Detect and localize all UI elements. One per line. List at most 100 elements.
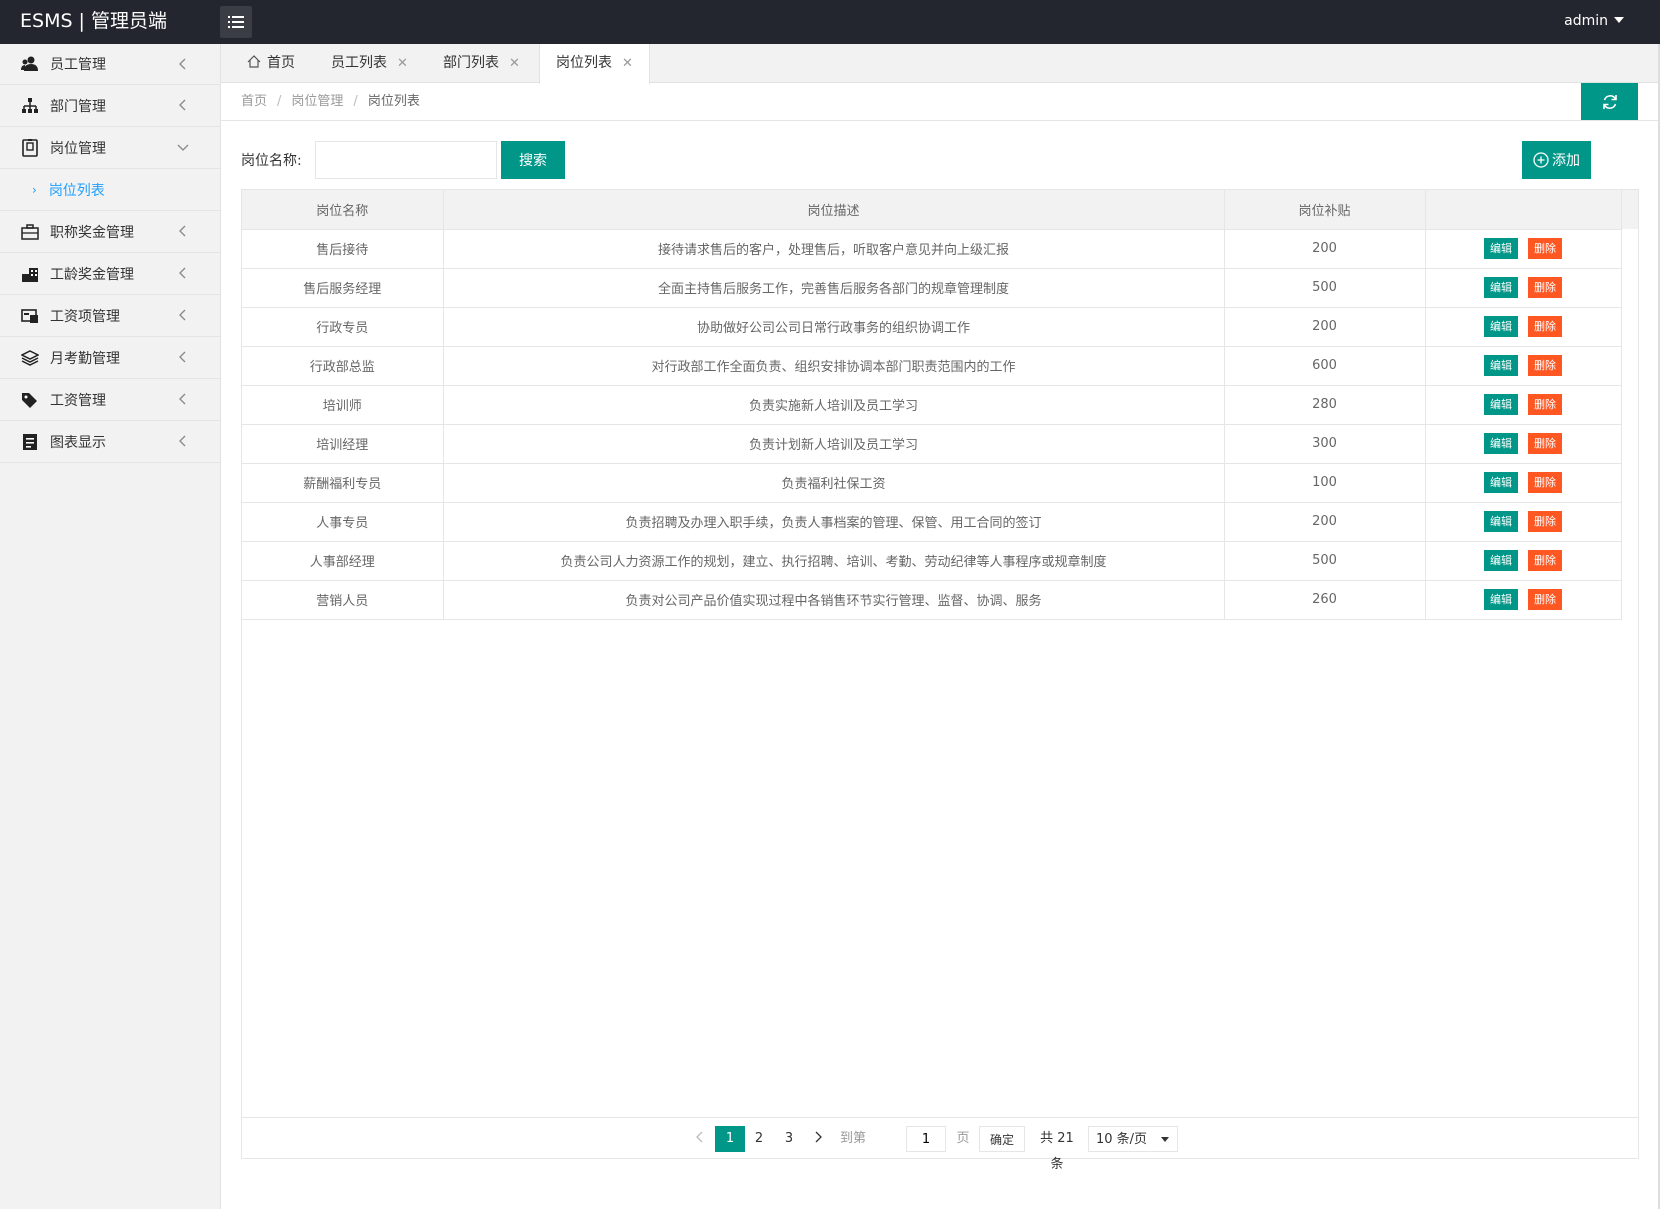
tab-label: 部门列表 bbox=[443, 55, 499, 71]
cell-actions: 编辑 删除 bbox=[1425, 346, 1622, 386]
delete-button[interactable]: 删除 bbox=[1528, 472, 1562, 493]
sidebar-item-charts[interactable]: 图表显示 bbox=[0, 421, 220, 463]
chevron-left-icon bbox=[179, 267, 186, 279]
home-icon bbox=[247, 55, 261, 68]
sidebar-item-position[interactable]: 岗位管理 bbox=[0, 127, 220, 169]
sidebar-item-department[interactable]: 部门管理 bbox=[0, 85, 220, 127]
cell-actions: 编辑 删除 bbox=[1425, 541, 1622, 581]
sidebar-item-attendance[interactable]: 月考勤管理 bbox=[0, 337, 220, 379]
cell-actions: 编辑 删除 bbox=[1425, 307, 1622, 347]
menu-icon bbox=[228, 16, 244, 28]
page-1-button[interactable]: 1 bbox=[715, 1126, 745, 1152]
close-icon[interactable]: ✕ bbox=[509, 56, 520, 71]
tab-employee-list[interactable]: 员工列表 ✕ bbox=[315, 44, 424, 83]
edit-button[interactable]: 编辑 bbox=[1484, 394, 1518, 415]
chevron-left-icon bbox=[179, 225, 186, 237]
sidebar-item-seniority-bonus[interactable]: 工龄奖金管理 bbox=[0, 253, 220, 295]
edit-button[interactable]: 编辑 bbox=[1484, 511, 1518, 532]
sidebar-item-salary[interactable]: 工资管理 bbox=[0, 379, 220, 421]
delete-button[interactable]: 删除 bbox=[1528, 316, 1562, 337]
user-menu[interactable]: admin bbox=[1564, 0, 1624, 42]
close-icon[interactable]: ✕ bbox=[397, 56, 408, 71]
cell-desc: 对行政部工作全面负责、组织安排协调本部门职责范围内的工作 bbox=[443, 346, 1225, 386]
delete-button[interactable]: 删除 bbox=[1528, 550, 1562, 571]
delete-button[interactable]: 删除 bbox=[1528, 589, 1562, 610]
sidebar-item-salary-items[interactable]: 工资项管理 bbox=[0, 295, 220, 337]
sidebar-item-label: 工资项管理 bbox=[50, 308, 120, 325]
tab-department-list[interactable]: 部门列表 ✕ bbox=[427, 44, 536, 83]
sidebar-item-label: 岗位管理 bbox=[50, 140, 106, 157]
header-scroll-gutter bbox=[1621, 190, 1638, 229]
column-header bbox=[1425, 190, 1622, 230]
edit-button[interactable]: 编辑 bbox=[1484, 355, 1518, 376]
briefcase-icon bbox=[20, 222, 40, 242]
delete-button[interactable]: 删除 bbox=[1528, 238, 1562, 259]
sidebar-item-label: 月考勤管理 bbox=[50, 350, 120, 367]
tab-position-list[interactable]: 岗位列表 ✕ bbox=[539, 44, 650, 84]
cell-desc: 负责计划新人培训及员工学习 bbox=[443, 424, 1225, 464]
menu-toggle-button[interactable] bbox=[220, 6, 252, 38]
search-button[interactable]: 搜索 bbox=[501, 141, 565, 179]
page-size-select[interactable]: 10 条/页 bbox=[1088, 1126, 1178, 1152]
user-name: admin bbox=[1564, 13, 1608, 29]
breadcrumb-separator: / bbox=[353, 94, 358, 109]
cell-subsidy: 300 bbox=[1224, 424, 1426, 464]
refresh-icon bbox=[1602, 94, 1617, 109]
goto-page-input[interactable] bbox=[906, 1126, 946, 1152]
delete-button[interactable]: 删除 bbox=[1528, 433, 1562, 454]
breadcrumb-home[interactable]: 首页 bbox=[241, 94, 267, 109]
table-row: 培训师 负责实施新人培训及员工学习 280 编辑 删除 bbox=[242, 385, 1622, 425]
cell-actions: 编辑 删除 bbox=[1425, 580, 1622, 620]
delete-button[interactable]: 删除 bbox=[1528, 394, 1562, 415]
refresh-button[interactable] bbox=[1581, 83, 1638, 120]
cell-subsidy: 100 bbox=[1224, 463, 1426, 503]
sidebar-item-employee[interactable]: 员工管理 bbox=[0, 44, 220, 85]
column-header: 岗位名称 bbox=[242, 190, 444, 230]
delete-button[interactable]: 删除 bbox=[1528, 355, 1562, 376]
edit-button[interactable]: 编辑 bbox=[1484, 277, 1518, 298]
edit-button[interactable]: 编辑 bbox=[1484, 316, 1518, 337]
sidebar-subitem-label: 岗位列表 bbox=[48, 182, 105, 199]
page-2-button[interactable]: 2 bbox=[747, 1126, 771, 1152]
page-3-button[interactable]: 3 bbox=[777, 1126, 801, 1152]
cell-desc: 协助做好公司公司日常行政事务的组织协调工作 bbox=[443, 307, 1225, 347]
sidebar-item-label: 图表显示 bbox=[50, 434, 106, 451]
cell-desc: 负责招聘及办理入职手续，负责人事档案的管理、保管、用工合同的签订 bbox=[443, 502, 1225, 542]
sidebar-item-label: 员工管理 bbox=[50, 57, 106, 73]
building-icon bbox=[20, 264, 40, 284]
cell-name: 营销人员 bbox=[242, 580, 444, 620]
table-row: 人事部经理 负责公司人力资源工作的规划，建立、执行招聘、培训、考勤、劳动纪律等人… bbox=[242, 541, 1622, 581]
breadcrumb-parent[interactable]: 岗位管理 bbox=[291, 94, 343, 109]
top-header: ESMS | 管理员端 admin bbox=[0, 0, 1660, 44]
add-button[interactable]: 添加 bbox=[1522, 141, 1591, 179]
cell-subsidy: 260 bbox=[1224, 580, 1426, 620]
sidebar-item-label: 工龄奖金管理 bbox=[50, 266, 134, 283]
prev-page-icon[interactable] bbox=[690, 1126, 710, 1152]
delete-button[interactable]: 删除 bbox=[1528, 277, 1562, 298]
next-page-icon[interactable] bbox=[808, 1126, 828, 1152]
edit-button[interactable]: 编辑 bbox=[1484, 589, 1518, 610]
delete-button[interactable]: 删除 bbox=[1528, 511, 1562, 532]
cell-name: 培训经理 bbox=[242, 424, 444, 464]
table-row: 售后接待 接待请求售后的客户，处理售后，听取客户意见并向上级汇报 200 编辑删… bbox=[242, 229, 1622, 269]
chevron-left-icon bbox=[179, 309, 186, 321]
sidebar-item-title-bonus[interactable]: 职称奖金管理 bbox=[0, 211, 220, 253]
edit-button[interactable]: 编辑 bbox=[1484, 472, 1518, 493]
close-icon[interactable]: ✕ bbox=[622, 56, 633, 71]
search-label: 岗位名称: bbox=[241, 153, 302, 169]
edit-button[interactable]: 编辑 bbox=[1484, 238, 1518, 259]
sidebar-item-label: 部门管理 bbox=[50, 98, 106, 115]
cell-name: 行政部总监 bbox=[242, 346, 444, 386]
sidebar-subitem-position-list[interactable]: › 岗位列表 bbox=[0, 169, 220, 211]
id-badge-icon bbox=[20, 138, 40, 158]
goto-confirm-button[interactable]: 确定 bbox=[979, 1126, 1025, 1152]
app-logo: ESMS | 管理员端 bbox=[20, 10, 167, 32]
breadcrumb-current: 岗位列表 bbox=[367, 94, 420, 109]
tab-label: 首页 bbox=[267, 55, 295, 71]
cell-desc: 接待请求售后的客户，处理售后，听取客户意见并向上级汇报 bbox=[443, 229, 1225, 269]
position-name-input[interactable] bbox=[315, 141, 497, 179]
tab-home[interactable]: 首页 bbox=[231, 44, 311, 83]
edit-button[interactable]: 编辑 bbox=[1484, 433, 1518, 454]
edit-button[interactable]: 编辑 bbox=[1484, 550, 1518, 571]
breadcrumb: 首页 / 岗位管理 / 岗位列表 bbox=[241, 83, 420, 121]
